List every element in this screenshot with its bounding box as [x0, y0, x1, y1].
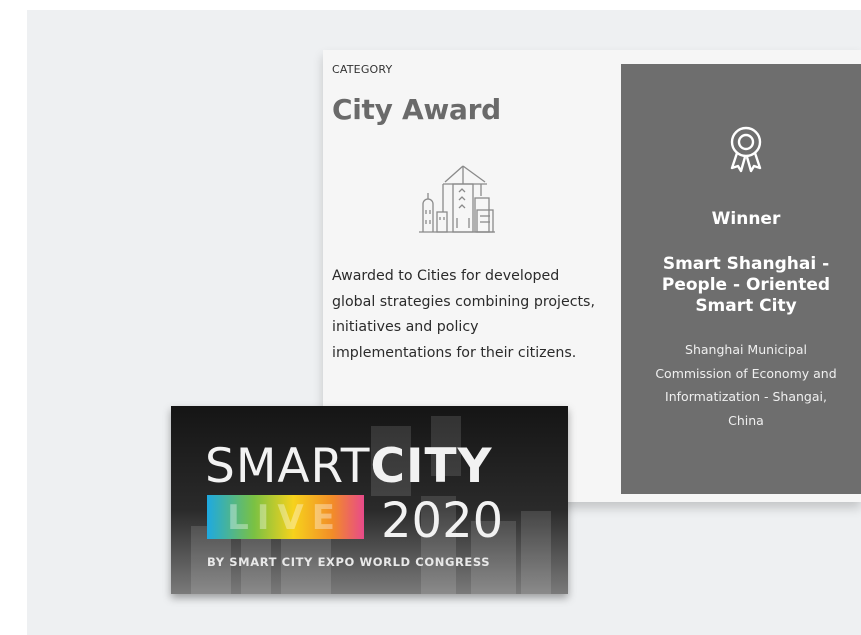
- award-ribbon-icon: [730, 126, 762, 173]
- smart-city-live-logo: SMARTCITY LIVE 2020 BY SMART CITY EXPO W…: [171, 406, 568, 594]
- category-title: City Award: [332, 93, 501, 126]
- city-buildings-icon: [419, 165, 495, 233]
- winner-label: Winner: [711, 209, 781, 229]
- category-description: Awarded to Cities for developed global s…: [332, 268, 595, 361]
- winner-organization: Shanghai Municipal Commission of Economy…: [655, 342, 837, 428]
- logo-word-smart: SMART: [205, 439, 370, 494]
- logo-word-city: CITY: [370, 439, 492, 494]
- category-label: CATEGORY: [332, 63, 393, 76]
- winner-project-name: Smart Shanghai - People - Oriented Smart…: [661, 254, 831, 316]
- logo-word-live: LIVE: [227, 498, 343, 538]
- logo-year: 2020: [381, 493, 503, 549]
- svg-text:SMARTCITY: SMARTCITY: [205, 439, 493, 494]
- logo-tagline: BY SMART CITY EXPO WORLD CONGRESS: [207, 555, 490, 569]
- winner-panel: Winner Smart Shanghai - People - Oriente…: [621, 64, 861, 494]
